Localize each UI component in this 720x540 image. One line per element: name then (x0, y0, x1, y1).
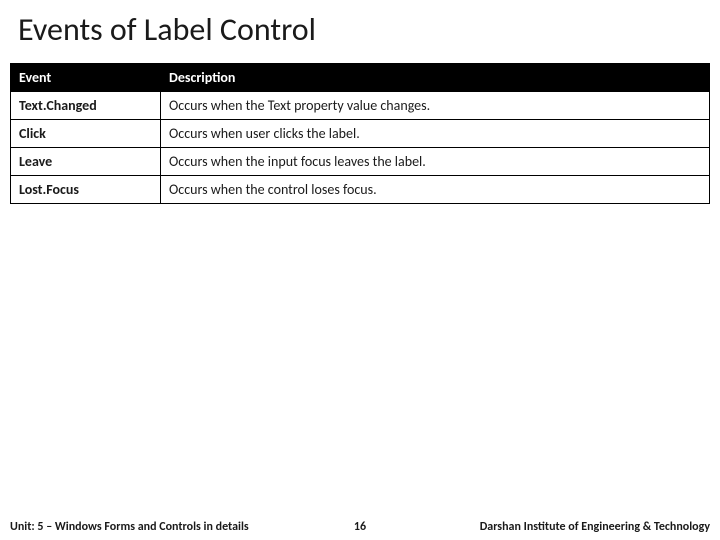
cell-event: Leave (11, 148, 161, 176)
footer: Unit: 5 – Windows Forms and Controls in … (0, 520, 720, 534)
cell-event: Click (11, 120, 161, 148)
footer-unit: Unit: 5 – Windows Forms and Controls in … (10, 520, 249, 534)
table-row: Click Occurs when user clicks the label. (11, 120, 710, 148)
cell-description: Occurs when user clicks the label. (161, 120, 710, 148)
table-header-row: Event Description (11, 64, 710, 92)
slide-title: Events of Label Control (0, 0, 720, 63)
footer-institute: Darshan Institute of Engineering & Techn… (480, 520, 710, 534)
header-event: Event (11, 64, 161, 92)
table-row: Text.Changed Occurs when the Text proper… (11, 92, 710, 120)
footer-page: 16 (354, 520, 366, 534)
events-table: Event Description Text.Changed Occurs wh… (10, 63, 710, 204)
cell-event: Text.Changed (11, 92, 161, 120)
table-row: Leave Occurs when the input focus leaves… (11, 148, 710, 176)
cell-description: Occurs when the control loses focus. (161, 176, 710, 204)
table-row: Lost.Focus Occurs when the control loses… (11, 176, 710, 204)
cell-event: Lost.Focus (11, 176, 161, 204)
header-description: Description (161, 64, 710, 92)
cell-description: Occurs when the Text property value chan… (161, 92, 710, 120)
cell-description: Occurs when the input focus leaves the l… (161, 148, 710, 176)
